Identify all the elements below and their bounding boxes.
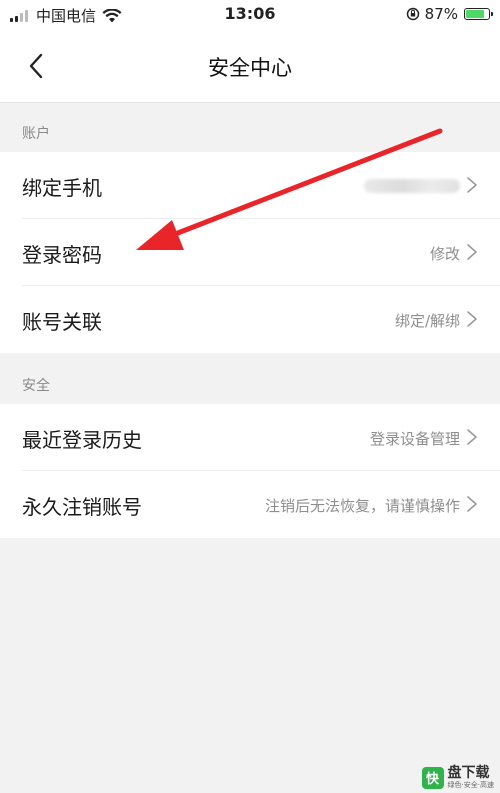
row-login-password[interactable]: 登录密码 修改 bbox=[0, 219, 500, 286]
watermark-sub: 绿色·安全·高速 bbox=[447, 781, 494, 789]
watermark-logo: 快 bbox=[421, 766, 444, 789]
chevron-right-icon bbox=[467, 311, 477, 327]
battery-percent: 87% bbox=[424, 5, 458, 23]
annotation-arrow bbox=[136, 128, 443, 250]
rotation-lock-icon bbox=[406, 7, 419, 21]
row-label: 绑定手机 bbox=[22, 176, 102, 200]
status-bar: 中国电信 13:06 87% bbox=[0, 0, 500, 30]
account-group: 绑定手机 登录密码 修改 账号关联 绑定/解绑 bbox=[0, 152, 500, 353]
row-bind-phone[interactable]: 绑定手机 bbox=[0, 152, 500, 219]
chevron-right-icon bbox=[467, 429, 477, 445]
section-header-account: 账户 bbox=[22, 126, 50, 142]
page-title: 安全中心 bbox=[208, 56, 292, 80]
watermark-text: 盘下载 bbox=[447, 765, 490, 781]
status-right: 87% bbox=[406, 5, 493, 23]
phone-number-blurred bbox=[364, 179, 460, 193]
row-account-link[interactable]: 账号关联 绑定/解绑 bbox=[0, 286, 500, 353]
chevron-right-icon bbox=[467, 496, 477, 512]
nav-bar: 安全中心 bbox=[0, 30, 500, 103]
battery-fill bbox=[466, 10, 484, 18]
row-label: 账号关联 bbox=[22, 310, 102, 334]
row-label: 永久注销账号 bbox=[22, 495, 142, 519]
row-value: 修改 bbox=[429, 245, 460, 263]
section-header-security: 安全 bbox=[22, 378, 50, 394]
watermark: 快 盘下载 绿色·安全·高速 bbox=[421, 765, 494, 790]
row-delete-account[interactable]: 永久注销账号 注销后无法恢复，请谨慎操作 bbox=[0, 471, 500, 538]
row-value: 注销后无法恢复，请谨慎操作 bbox=[264, 497, 460, 515]
row-login-history[interactable]: 最近登录历史 登录设备管理 bbox=[0, 404, 500, 471]
row-label: 最近登录历史 bbox=[22, 428, 142, 452]
row-value: 绑定/解绑 bbox=[394, 312, 460, 330]
watermark-text-wrap: 盘下载 绿色·安全·高速 bbox=[447, 765, 494, 790]
battery-icon bbox=[464, 8, 493, 20]
row-value: 登录设备管理 bbox=[369, 430, 460, 448]
security-group: 最近登录历史 登录设备管理 永久注销账号 注销后无法恢复，请谨慎操作 bbox=[0, 404, 500, 538]
chevron-right-icon bbox=[467, 244, 477, 260]
chevron-right-icon bbox=[467, 177, 477, 193]
row-label: 登录密码 bbox=[22, 243, 102, 267]
